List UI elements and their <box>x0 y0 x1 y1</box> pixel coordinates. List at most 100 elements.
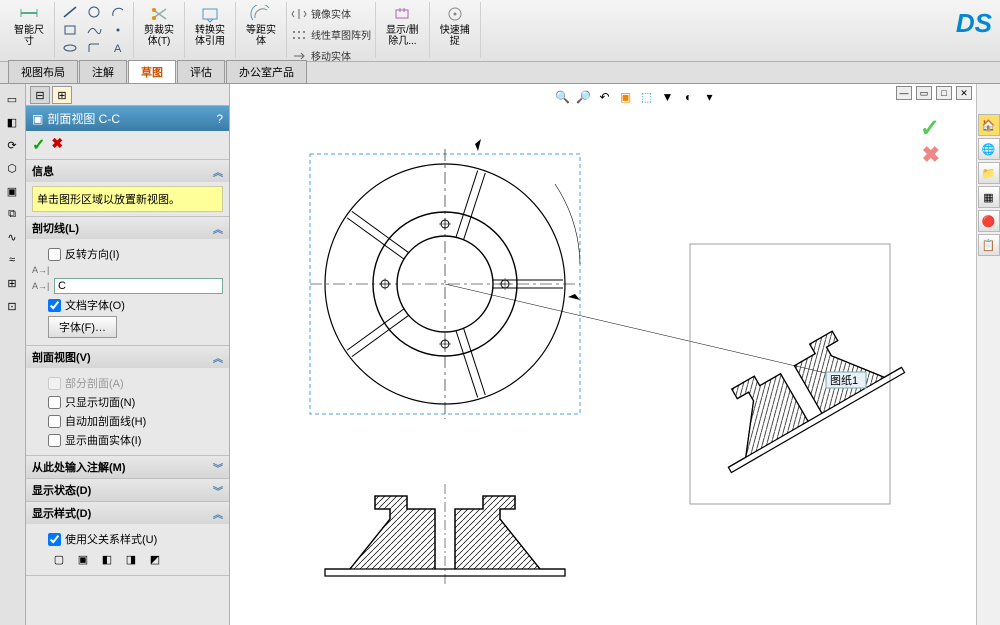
tab-annotation[interactable]: 注解 <box>79 60 127 83</box>
tool-icon[interactable]: ▣ <box>0 180 24 202</box>
confirm-ok-button[interactable]: ✓ <box>32 135 45 155</box>
tool-icon[interactable]: ⧉ <box>0 203 24 225</box>
view-toolbar: 🔍 🔎 ↶ ▣ ⬚ ▼ ◐ ▾ <box>554 88 719 106</box>
only-cut-label: 只显示切面(N) <box>65 394 135 410</box>
zoom-fit-icon[interactable]: 🔍 <box>554 88 572 106</box>
circle-tool-icon[interactable] <box>83 3 105 21</box>
help-button[interactable]: ? <box>216 112 223 126</box>
arrow-icon: A→| <box>32 281 50 291</box>
arrow-icon: A→| <box>32 265 50 275</box>
appearances-icon[interactable]: 🔴 <box>978 210 1000 232</box>
property-manager-tab[interactable]: ⊞ <box>52 86 72 104</box>
resources-icon[interactable]: 🌐 <box>978 138 1000 160</box>
offset-entities-button[interactable]: 等距实 体 <box>240 3 282 49</box>
section-view-icon[interactable]: ▣ <box>617 88 635 106</box>
point-tool-icon[interactable] <box>107 21 129 39</box>
style-wireframe-icon[interactable]: ▢ <box>48 550 70 568</box>
import-annotation-header[interactable]: 从此处输入注解(M)︾ <box>26 456 229 478</box>
partial-section-label: 部分剖面(A) <box>65 375 124 391</box>
style-shaded-edges-icon[interactable]: ◨ <box>120 550 142 568</box>
tool-icon[interactable]: ∿ <box>0 226 24 248</box>
feature-tree-tab[interactable]: ⊟ <box>30 86 50 104</box>
confirm-cancel-button[interactable]: ✖ <box>51 135 63 155</box>
show-delete-button[interactable]: 显示/删 除几... <box>380 3 425 49</box>
chevron-down-icon: ︾ <box>213 460 223 475</box>
svg-text:A: A <box>114 43 122 55</box>
hide-show-icon[interactable]: ◐ <box>680 88 698 106</box>
home-icon[interactable]: 🏠 <box>978 114 1000 136</box>
solidworks-logo-icon: DS <box>956 8 992 39</box>
floating-cancel-button[interactable]: ✖ <box>922 142 940 168</box>
document-font-checkbox[interactable] <box>48 299 61 312</box>
info-section-header[interactable]: 信息︽ <box>26 160 229 182</box>
reverse-direction-checkbox[interactable] <box>48 248 61 261</box>
section-name-input[interactable] <box>54 278 223 294</box>
more-icon[interactable]: ▾ <box>701 88 719 106</box>
style-shaded-only-icon[interactable]: ◩ <box>144 550 166 568</box>
property-manager: ⊟ ⊞ ▣剖面视图 C-C ? ✓ ✖ 信息︽ 单击图形区域以放置新视图。 剖切… <box>26 84 230 625</box>
convert-entities-button[interactable]: 转换实 体引用 <box>189 3 231 49</box>
tool-icon[interactable]: ◧ <box>0 111 24 133</box>
sheet-tooltip: 图纸1 <box>830 374 858 387</box>
only-cut-checkbox[interactable] <box>48 396 61 409</box>
show-surface-checkbox[interactable] <box>48 434 61 447</box>
tab-evaluate[interactable]: 评估 <box>177 60 225 83</box>
cutline-section-header[interactable]: 剖切线(L)︽ <box>26 217 229 239</box>
document-font-label: 文档字体(O) <box>65 297 125 313</box>
info-message: 单击图形区域以放置新视图。 <box>32 186 223 212</box>
style-shaded-icon[interactable]: ◧ <box>96 550 118 568</box>
tool-icon[interactable]: ≈ <box>0 249 24 271</box>
view-palette-icon[interactable]: ▦ <box>978 186 1000 208</box>
tool-icon[interactable]: ⬡ <box>0 157 24 179</box>
auto-hatch-label: 自动加剖面线(H) <box>65 413 146 429</box>
task-pane: 🏠 🌐 📁 ▦ 🔴 📋 <box>976 84 1000 625</box>
font-button[interactable]: 字体(F)… <box>48 316 117 338</box>
text-tool-icon[interactable]: A <box>107 39 129 57</box>
quick-snap-button[interactable]: 快速捕 捉 <box>434 3 476 49</box>
spline-tool-icon[interactable] <box>83 21 105 39</box>
smart-dimension-button[interactable]: 智能尺 寸 <box>8 3 50 49</box>
tool-icon[interactable]: ▭ <box>0 88 24 110</box>
chevron-up-icon: ︽ <box>213 506 223 521</box>
auto-hatch-checkbox[interactable] <box>48 415 61 428</box>
chevron-up-icon: ︽ <box>213 350 223 365</box>
trim-button[interactable]: 剪裁实 体(T) <box>138 3 180 49</box>
rect-tool-icon[interactable] <box>59 21 81 39</box>
line-tool-icon[interactable] <box>59 3 81 21</box>
ellipse-tool-icon[interactable] <box>59 39 81 57</box>
reverse-direction-label: 反转方向(I) <box>65 246 119 262</box>
show-surface-label: 显示曲面实体(I) <box>65 432 141 448</box>
command-tabs: 视图布局 注解 草图 评估 办公室产品 <box>0 62 1000 84</box>
minimize-icon[interactable]: — <box>896 86 912 100</box>
tool-icon[interactable]: ⟳ <box>0 134 24 156</box>
mirror-entities-button[interactable]: 镜像实体 <box>291 6 351 21</box>
display-style-icon[interactable]: ▼ <box>659 88 677 106</box>
tab-office[interactable]: 办公室产品 <box>226 60 307 83</box>
left-toolbar: ▭ ◧ ⟳ ⬡ ▣ ⧉ ∿ ≈ ⊞ ⊡ <box>0 84 26 625</box>
linear-pattern-button[interactable]: 线性草图阵列 <box>291 27 371 42</box>
zoom-area-icon[interactable]: 🔎 <box>575 88 593 106</box>
drawing-canvas[interactable]: 🔍 🔎 ↶ ▣ ⬚ ▼ ◐ ▾ — ▭ □ ✕ ✓ ✖ <box>230 84 976 625</box>
drawing-content: 图纸1 <box>230 84 970 614</box>
tool-icon[interactable]: ⊡ <box>0 295 24 317</box>
style-hidden-icon[interactable]: ▣ <box>72 550 94 568</box>
tool-icon[interactable]: ⊞ <box>0 272 24 294</box>
arc-tool-icon[interactable] <box>107 3 129 21</box>
display-state-header[interactable]: 显示状态(D)︾ <box>26 479 229 501</box>
tab-sketch[interactable]: 草图 <box>128 60 176 83</box>
fillet-tool-icon[interactable] <box>83 39 105 57</box>
display-style-header[interactable]: 显示样式(D)︽ <box>26 502 229 524</box>
prev-view-icon[interactable]: ↶ <box>596 88 614 106</box>
section-view-icon: ▣ <box>32 112 43 126</box>
floating-ok-button[interactable]: ✓ <box>920 114 940 143</box>
view-orientation-icon[interactable]: ⬚ <box>638 88 656 106</box>
library-icon[interactable]: 📁 <box>978 162 1000 184</box>
tab-view-layout[interactable]: 视图布局 <box>8 60 78 83</box>
section-view-section-header[interactable]: 剖面视图(V)︽ <box>26 346 229 368</box>
restore-icon[interactable]: ▭ <box>916 86 932 100</box>
custom-props-icon[interactable]: 📋 <box>978 234 1000 256</box>
chevron-up-icon: ︽ <box>213 164 223 179</box>
close-icon[interactable]: ✕ <box>956 86 972 100</box>
maximize-icon[interactable]: □ <box>936 86 952 100</box>
use-parent-style-checkbox[interactable] <box>48 533 61 546</box>
